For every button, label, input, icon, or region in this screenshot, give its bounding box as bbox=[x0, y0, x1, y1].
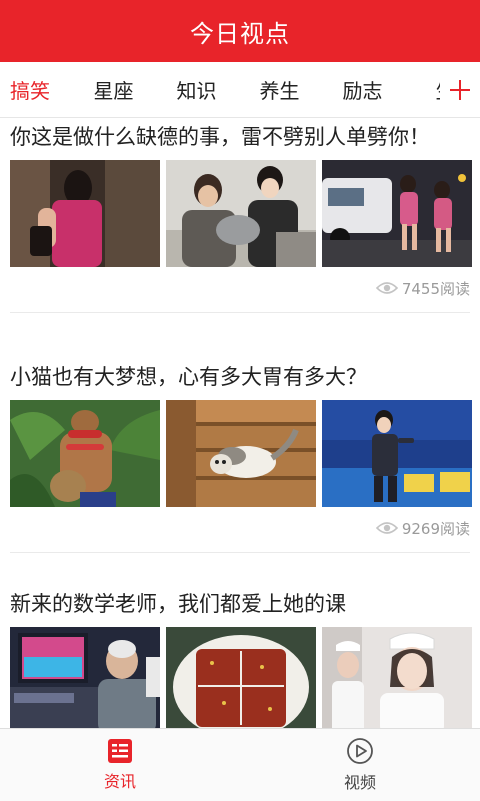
article-item[interactable]: 小猫也有大梦想，心有多大胃有多大？ 9269阅读 bbox=[0, 346, 480, 574]
article-item[interactable]: 你这是做什么缺德的事，雷不劈别人单劈你！ 7455阅读 bbox=[0, 118, 480, 346]
news-icon bbox=[108, 739, 132, 763]
nav-video-label: 视频 bbox=[343, 773, 376, 792]
nav-video[interactable]: 视频 bbox=[240, 729, 480, 801]
category-tabs: 搞笑 星座 知识 养生 励志 生 bbox=[0, 62, 480, 118]
news-feed: 你这是做什么缺德的事，雷不劈别人单劈你！ 7455阅读 小猫也有大梦想，心有多大… bbox=[0, 118, 480, 734]
play-circle-icon bbox=[347, 738, 373, 764]
app-header: 今日视点 bbox=[0, 0, 480, 62]
article-title[interactable]: 小猫也有大梦想，心有多大胃有多大？ bbox=[10, 362, 470, 392]
article-item[interactable]: 新来的数学老师，我们都爱上她的课 bbox=[0, 574, 480, 734]
nurses-photo[interactable] bbox=[322, 627, 472, 734]
nav-news[interactable]: 资讯 bbox=[0, 729, 240, 801]
article-title[interactable]: 你这是做什么缺德的事，雷不劈别人单劈你！ bbox=[10, 118, 470, 152]
cat-on-stairs-photo[interactable] bbox=[166, 400, 316, 507]
page-title: 今日视点 bbox=[190, 19, 290, 48]
divider bbox=[10, 312, 470, 313]
tab-health[interactable]: 养生 bbox=[238, 75, 321, 104]
divider bbox=[10, 552, 470, 553]
tab-funny[interactable]: 搞笑 bbox=[0, 75, 72, 104]
food-slices-photo[interactable] bbox=[166, 627, 316, 734]
article-title[interactable]: 新来的数学老师，我们都爱上她的课 bbox=[10, 589, 470, 619]
read-count: 7455阅读 bbox=[401, 279, 470, 298]
tab-horoscope[interactable]: 星座 bbox=[72, 75, 155, 104]
eye-icon bbox=[375, 282, 398, 294]
man-with-coconut-photo[interactable] bbox=[10, 400, 160, 507]
singer-on-stage-photo[interactable] bbox=[322, 400, 472, 507]
man-at-arcade-photo[interactable] bbox=[10, 627, 160, 734]
bottom-navigation: 资讯 视频 bbox=[0, 728, 480, 801]
tab-inspiration[interactable]: 励志 bbox=[321, 75, 404, 104]
women-near-police-car-photo[interactable] bbox=[322, 160, 472, 267]
nav-news-label: 资讯 bbox=[103, 772, 136, 791]
tab-knowledge[interactable]: 知识 bbox=[155, 75, 238, 104]
woman-in-doorway-photo[interactable] bbox=[10, 160, 160, 267]
plus-icon bbox=[450, 79, 470, 100]
read-count: 9269阅读 bbox=[401, 519, 470, 538]
add-category-button[interactable] bbox=[440, 62, 480, 117]
women-holding-cat-photo[interactable] bbox=[166, 160, 316, 267]
eye-icon bbox=[375, 522, 398, 534]
